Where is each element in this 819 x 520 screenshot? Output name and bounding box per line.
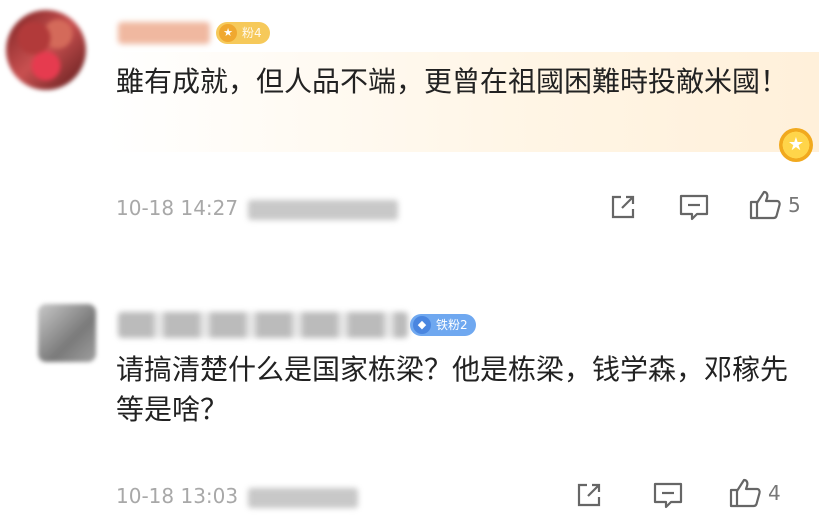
reply-button[interactable] — [678, 192, 710, 222]
fan-badge-icon: ★ — [219, 24, 237, 42]
comment-meta: 10-18 14:27 — [116, 196, 399, 220]
comment-meta: 10-18 13:03 — [116, 484, 359, 508]
share-icon — [577, 483, 601, 507]
share-button[interactable] — [608, 192, 638, 222]
avatar[interactable] — [38, 304, 96, 362]
like-button[interactable]: 4 — [728, 478, 781, 508]
username-blurred[interactable] — [118, 312, 408, 338]
medal-icon: ★ — [779, 128, 813, 162]
fan-badge: ◆ 铁粉2 — [410, 314, 476, 336]
like-button[interactable]: 5 — [748, 190, 801, 220]
thumbs-up-icon — [729, 478, 761, 508]
fan-badge-label: 粉4 — [242, 26, 262, 40]
comment-time: 10-18 14:27 — [116, 196, 239, 220]
fan-badge-label: 铁粉2 — [436, 318, 468, 332]
comment-time: 10-18 13:03 — [116, 484, 239, 508]
thumbs-up-icon — [749, 190, 781, 220]
comment-text: 雖有成就，但人品不端，更曾在祖國困難時投敵米國！ — [116, 65, 789, 98]
avatar[interactable] — [6, 10, 86, 90]
username-blurred[interactable] — [118, 22, 210, 44]
comment-text: 请搞清楚什么是国家栋梁？他是栋梁，钱学森，邓稼先等是啥？ — [116, 353, 789, 426]
share-button[interactable] — [574, 480, 604, 510]
comment-icon — [679, 194, 709, 221]
comment-item: ★ 粉4 ★ 雖有成就，但人品不端，更曾在祖國困難時投敵米國！ 10-18 14… — [0, 0, 819, 250]
comment-item: ◆ 铁粉2 请搞清楚什么是国家栋梁？他是栋梁，钱学森，邓稼先等是啥？ 10-18… — [0, 290, 819, 520]
like-count: 5 — [788, 193, 801, 217]
comment-icon — [653, 482, 683, 509]
fan-badge-icon: ◆ — [413, 316, 431, 334]
location-blurred — [248, 199, 399, 220]
fan-badge: ★ 粉4 — [216, 22, 270, 44]
location-blurred — [248, 487, 359, 508]
share-icon — [611, 195, 635, 219]
reply-button[interactable] — [652, 480, 684, 510]
like-count: 4 — [768, 481, 781, 505]
